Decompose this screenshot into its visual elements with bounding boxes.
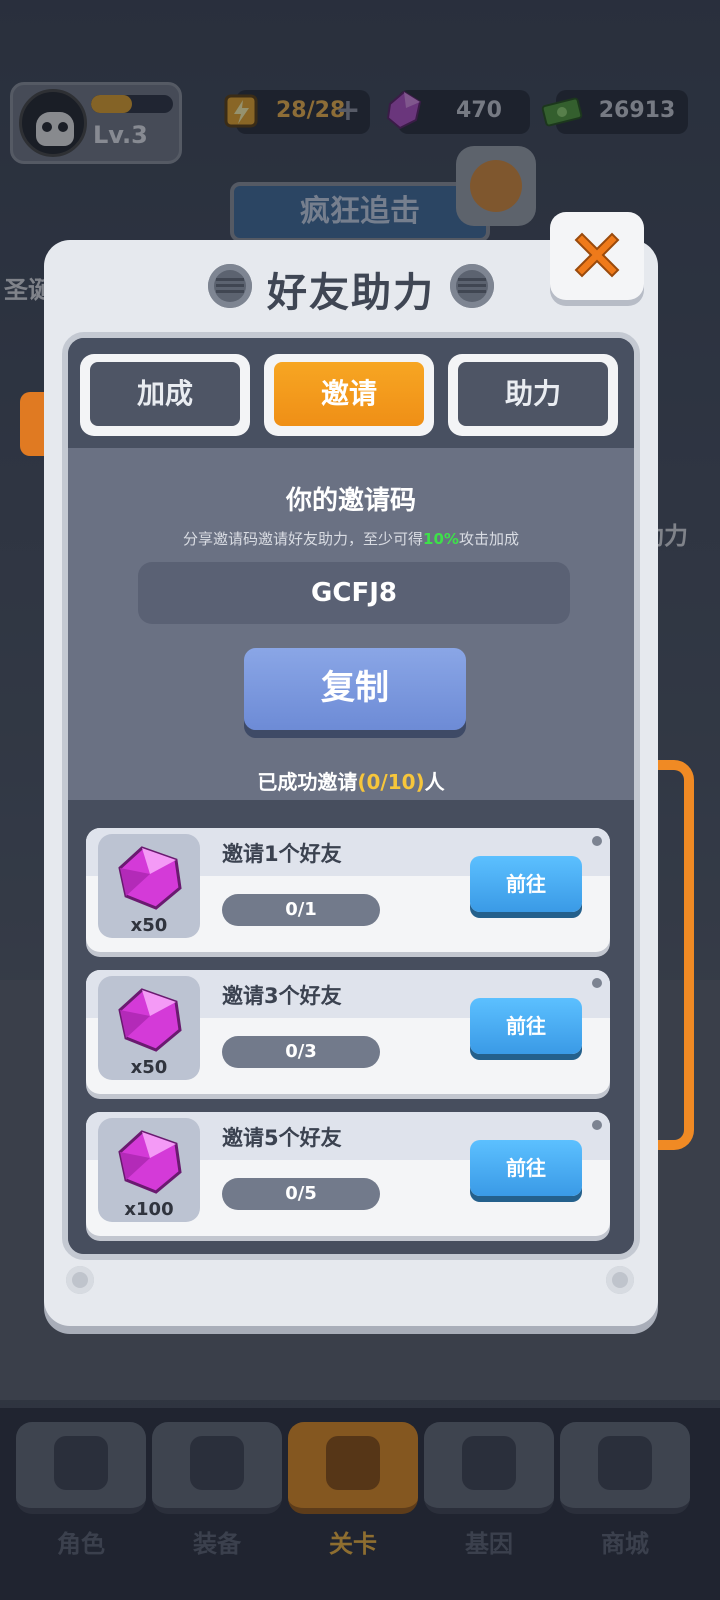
- modal-side-handle: [658, 760, 694, 1150]
- bolt-icon: [606, 1266, 634, 1294]
- reward-quantity: x50: [130, 1057, 168, 1078]
- copy-button-label: 复制: [321, 668, 389, 708]
- reward-slot: x50: [98, 976, 200, 1080]
- list-item: x100 邀请5个好友 0/5 前往: [86, 1112, 610, 1236]
- tab-invite[interactable]: 邀请: [264, 354, 434, 436]
- gem-icon: [118, 846, 182, 910]
- go-button[interactable]: 前往: [470, 1140, 582, 1196]
- subtitle-prefix: 分享邀请码邀请好友助力，至少可得: [183, 530, 424, 548]
- tab-bonus-label: 加成: [136, 377, 193, 410]
- gem-icon: [118, 1130, 182, 1194]
- tab-assist[interactable]: 助力: [448, 354, 618, 436]
- invited-count-value: (0/10): [357, 770, 425, 794]
- invite-code-subtitle: 分享邀请码邀请好友助力，至少可得10%攻击加成: [68, 528, 634, 549]
- rivet-icon: [592, 836, 602, 846]
- invite-code-heading: 你的邀请码: [285, 486, 416, 516]
- gem-icon: [118, 988, 182, 1052]
- friend-assist-modal: 好友助力 加成 邀请 助力 你的邀请码 分享邀请码邀请好友助力，至少可得10%攻…: [44, 240, 658, 1326]
- invited-count: 已成功邀请(0/10)人: [68, 766, 634, 795]
- invite-task-list: x50 邀请1个好友 0/1 前往 x50 邀请3个好友 0/3 前往 x100…: [68, 800, 634, 1254]
- close-button[interactable]: [550, 212, 644, 300]
- task-title: 邀请3个好友: [222, 984, 342, 1008]
- bolt-icon: [66, 1266, 94, 1294]
- subtitle-suffix: 攻击加成: [458, 530, 519, 548]
- reward-slot: x100: [98, 1118, 200, 1222]
- tab-bonus[interactable]: 加成: [80, 354, 250, 436]
- reward-slot: x50: [98, 834, 200, 938]
- list-item: x50 邀请3个好友 0/3 前往: [86, 970, 610, 1094]
- invite-section: 你的邀请码 分享邀请码邀请好友助力，至少可得10%攻击加成 GCFJ8 复制 已…: [68, 448, 634, 800]
- invited-count-suffix: 人: [424, 770, 445, 794]
- task-progress: 0/3: [222, 1036, 380, 1068]
- go-button[interactable]: 前往: [470, 856, 582, 912]
- close-icon: [574, 232, 620, 278]
- reward-quantity: x50: [130, 915, 168, 936]
- reward-quantity: x100: [124, 1199, 174, 1220]
- invited-count-prefix: 已成功邀请: [257, 770, 358, 794]
- go-button-label: 前往: [506, 1156, 546, 1180]
- copy-button[interactable]: 复制: [244, 648, 466, 730]
- go-button[interactable]: 前往: [470, 998, 582, 1054]
- tab-assist-label: 助力: [504, 377, 561, 410]
- task-progress: 0/5: [222, 1178, 380, 1210]
- modal-panel: 加成 邀请 助力 你的邀请码 分享邀请码邀请好友助力，至少可得10%攻击加成 G…: [62, 332, 640, 1260]
- rivet-icon: [592, 1120, 602, 1130]
- task-progress: 0/1: [222, 894, 380, 926]
- tab-invite-label: 邀请: [320, 377, 377, 410]
- tab-strip: 加成 邀请 助力: [68, 338, 634, 448]
- task-title: 邀请5个好友: [222, 1126, 342, 1150]
- task-title: 邀请1个好友: [222, 842, 342, 866]
- bolt-icon: [450, 264, 494, 308]
- list-item: x50 邀请1个好友 0/1 前往: [86, 828, 610, 952]
- subtitle-bonus-percent: 10%: [423, 530, 459, 548]
- go-button-label: 前往: [506, 872, 546, 896]
- invite-code-value[interactable]: GCFJ8: [138, 562, 570, 624]
- modal-side-tab: [20, 392, 46, 456]
- go-button-label: 前往: [506, 1014, 546, 1038]
- rivet-icon: [592, 978, 602, 988]
